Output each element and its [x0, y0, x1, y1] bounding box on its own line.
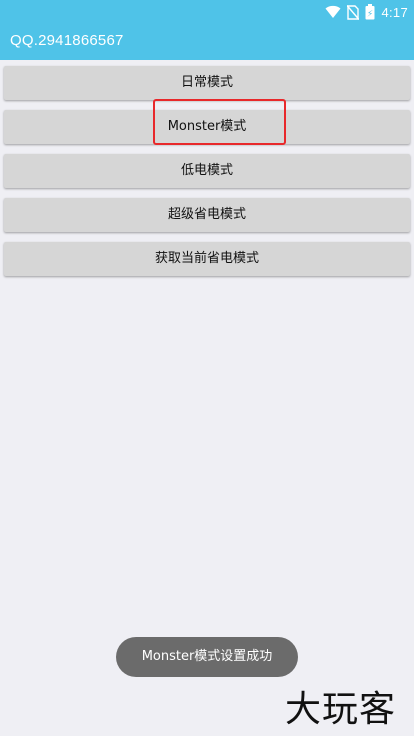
toast-message: Monster模式设置成功	[116, 637, 298, 677]
wifi-icon	[325, 5, 341, 18]
monster-mode-button[interactable]: Monster模式	[4, 110, 410, 144]
app-title: QQ.2941866567	[10, 32, 124, 49]
battery-charging-badge: ⚡	[367, 10, 373, 20]
low-power-mode-button[interactable]: 低电模式	[4, 154, 410, 188]
status-time: 4:17	[381, 4, 408, 20]
get-current-power-mode-button[interactable]: 获取当前省电模式	[4, 242, 410, 276]
no-sim-icon	[347, 4, 360, 20]
super-power-saving-mode-button[interactable]: 超级省电模式	[4, 198, 410, 232]
status-bar: ⚡ 4:17	[0, 0, 414, 24]
app-bar: QQ.2941866567	[0, 24, 414, 60]
daily-mode-button[interactable]: 日常模式	[4, 66, 410, 100]
watermark-logo: 大玩客	[285, 689, 397, 730]
battery-icon: ⚡	[365, 4, 375, 20]
status-icons: ⚡ 4:17	[325, 3, 408, 21]
